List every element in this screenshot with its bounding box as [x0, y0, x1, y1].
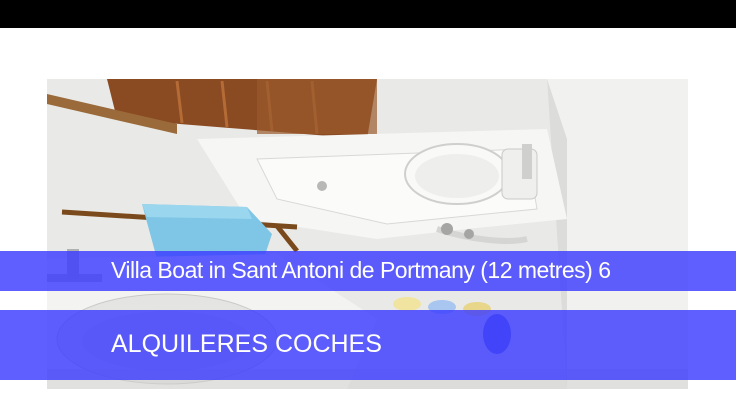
title-banner: Villa Boat in Sant Antoni de Portmany (1… [0, 251, 736, 291]
car-rental-link[interactable]: ALQUILERES COCHES [111, 330, 382, 359]
listing-title[interactable]: Villa Boat in Sant Antoni de Portmany (1… [111, 257, 611, 284]
subtitle-banner: ALQUILERES COCHES [0, 310, 736, 380]
top-bar [0, 0, 736, 28]
